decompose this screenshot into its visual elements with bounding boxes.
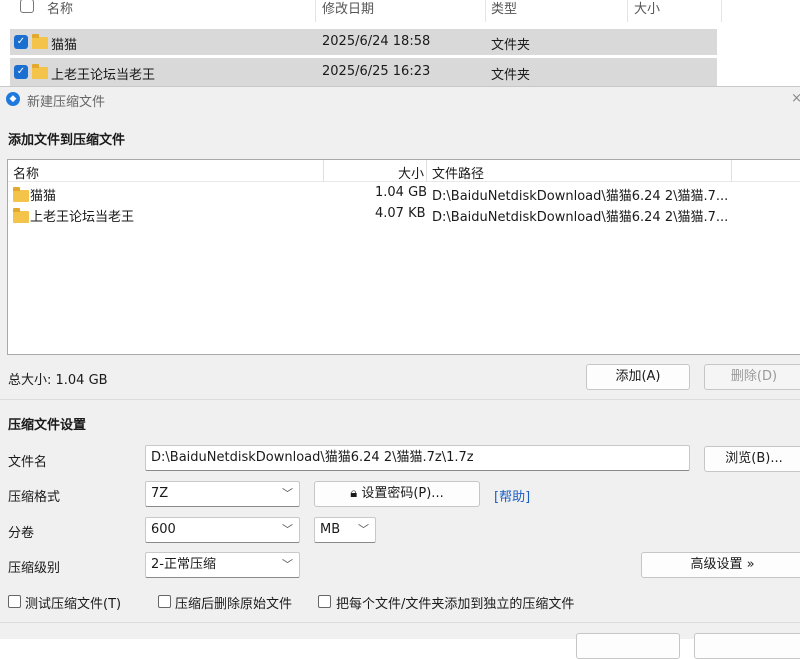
format-label: 压缩格式 — [8, 490, 61, 505]
row-checkbox[interactable]: ✓ — [14, 35, 28, 49]
explorer-row[interactable]: ✓ 上老王论坛当老王 2025/6/25 16:23 文件夹 — [10, 58, 717, 86]
file-name: 猫猫 — [30, 189, 57, 204]
file-size: 1.04 GB — [375, 185, 428, 200]
filename-input[interactable]: D:\BaiduNetdiskDownload\猫猫6.24 2\猫猫.7z\1… — [145, 445, 690, 471]
row-type: 文件夹 — [491, 68, 531, 83]
dialog-titlebar: ◆ 新建压缩文件 × — [0, 87, 800, 113]
close-icon[interactable]: × — [791, 91, 800, 106]
split-value: 600 — [151, 522, 176, 537]
row-name: 上老王论坛当老王 — [51, 68, 156, 83]
test-archive-label[interactable]: 测试压缩文件(T) — [25, 593, 121, 612]
delete-button[interactable]: 删除(D) — [704, 364, 800, 390]
format-value: 7Z — [151, 486, 169, 501]
list-header-name[interactable]: 名称 — [13, 163, 39, 182]
row-checkbox[interactable]: ✓ — [14, 65, 28, 79]
advanced-settings-button[interactable]: 高级设置 » — [641, 552, 800, 578]
row-type: 文件夹 — [491, 38, 531, 53]
ok-button[interactable] — [576, 633, 680, 659]
add-button[interactable]: 添加(A) — [586, 364, 690, 390]
app-icon: ◆ — [6, 92, 20, 106]
file-path: D:\BaiduNetdiskDownload\猫猫6.24 2\猫猫.7... — [432, 210, 729, 225]
row-modified: 2025/6/25 16:23 — [322, 64, 431, 79]
divider — [0, 399, 800, 400]
row-modified: 2025/6/24 18:58 — [322, 34, 431, 49]
file-size: 4.07 KB — [375, 206, 426, 221]
split-size-input[interactable]: 600 ﹀ — [145, 517, 300, 543]
cancel-button[interactable] — [694, 633, 800, 659]
column-header-modified[interactable]: 修改日期 — [322, 0, 374, 17]
file-path: D:\BaiduNetdiskDownload\猫猫6.24 2\猫猫.7... — [432, 189, 729, 204]
list-header-size[interactable]: 大小 — [398, 163, 424, 182]
test-archive-checkbox[interactable] — [8, 595, 21, 608]
file-name: 上老王论坛当老王 — [30, 210, 135, 225]
explorer-row[interactable]: ✓ 猫猫 2025/6/24 18:58 文件夹 — [10, 29, 717, 55]
explorer-header: 名称 修改日期 类型 大小 — [0, 0, 722, 22]
file-list[interactable]: 名称 大小 文件路径 猫猫 1.04 GB D:\BaiduNetdiskDow… — [7, 159, 800, 355]
row-name: 猫猫 — [51, 38, 78, 53]
delete-source-label[interactable]: 压缩后删除原始文件 — [175, 593, 292, 612]
split-label: 分卷 — [8, 526, 35, 541]
chevron-down-icon: ﹀ — [282, 523, 293, 536]
total-size-label: 总大小: 1.04 GB — [8, 373, 108, 388]
new-archive-dialog: ◆ 新建压缩文件 × 添加文件到压缩文件 名称 大小 文件路径 猫猫 1.04 … — [0, 86, 800, 659]
help-link[interactable]: [帮助] — [494, 486, 530, 505]
select-all-checkbox[interactable] — [20, 0, 34, 13]
list-header-path[interactable]: 文件路径 — [432, 163, 484, 182]
file-list-header: 名称 大小 文件路径 — [8, 160, 800, 182]
level-value: 2-正常压缩 — [151, 557, 216, 572]
file-explorer-background: 名称 修改日期 类型 大小 ✓ 猫猫 2025/6/24 18:58 文件夹 ✓… — [0, 0, 800, 86]
dialog-title: 新建压缩文件 — [27, 95, 106, 110]
divider — [0, 622, 800, 623]
split-unit-value: MB — [320, 522, 341, 537]
column-header-type[interactable]: 类型 — [491, 0, 517, 17]
section-settings-heading: 压缩文件设置 — [8, 418, 87, 433]
folder-icon — [32, 64, 48, 79]
file-list-row[interactable]: 上老王论坛当老王 4.07 KB D:\BaiduNetdiskDownload… — [8, 204, 800, 225]
lock-icon: 🔒︎ — [350, 486, 362, 501]
chevron-down-icon: ﹀ — [358, 523, 369, 536]
file-list-row[interactable]: 猫猫 1.04 GB D:\BaiduNetdiskDownload\猫猫6.2… — [8, 183, 800, 204]
column-header-name[interactable]: 名称 — [47, 0, 73, 17]
level-label: 压缩级别 — [8, 561, 61, 576]
folder-icon — [32, 34, 48, 49]
folder-icon — [13, 208, 29, 223]
delete-source-checkbox[interactable] — [158, 595, 171, 608]
filename-value: D:\BaiduNetdiskDownload\猫猫6.24 2\猫猫.7z\1… — [151, 450, 474, 465]
column-header-size[interactable]: 大小 — [634, 0, 660, 17]
section-add-heading: 添加文件到压缩文件 — [8, 133, 126, 148]
chevron-down-icon: ﹀ — [282, 487, 293, 500]
separate-archives-label[interactable]: 把每个文件/文件夹添加到独立的压缩文件 — [336, 593, 574, 612]
split-unit-select[interactable]: MB ﹀ — [314, 517, 376, 543]
browse-button[interactable]: 浏览(B)... — [704, 446, 800, 472]
separate-archives-checkbox[interactable] — [318, 595, 331, 608]
set-password-label: 设置密码(P)... — [361, 486, 444, 501]
format-select[interactable]: 7Z ﹀ — [145, 481, 300, 507]
set-password-button[interactable]: 🔒︎ 设置密码(P)... — [314, 481, 480, 507]
filename-label: 文件名 — [8, 455, 48, 470]
chevron-down-icon: ﹀ — [282, 558, 293, 571]
compression-level-select[interactable]: 2-正常压缩 ﹀ — [145, 552, 300, 578]
folder-icon — [13, 187, 29, 202]
